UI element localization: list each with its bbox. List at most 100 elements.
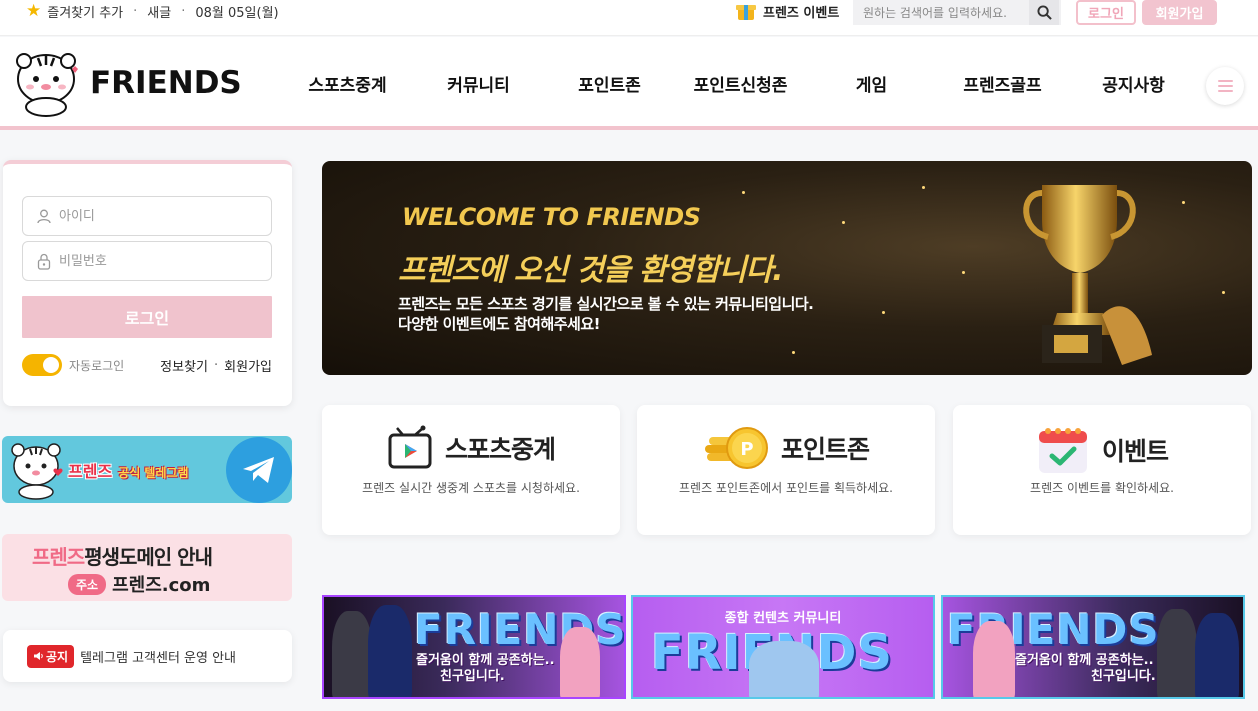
person-illustration (1195, 613, 1239, 697)
notice-item[interactable]: 공지 텔레그램 고객센터 운영 안내 (3, 630, 292, 682)
speaker-icon (34, 652, 43, 660)
telegram-banner-text: 프렌즈 공식 텔레그램 (68, 458, 189, 482)
event-link[interactable]: 프렌즈 이벤트 (736, 0, 839, 22)
hero-banner[interactable]: WELCOME TO FRIENDS 프렌즈에 오신 것을 환영합니다. 프렌즈… (322, 161, 1252, 375)
nav-item-game[interactable]: 게임 (806, 37, 937, 130)
sparkle (962, 271, 965, 274)
top-join-button[interactable]: 회원가입 (1142, 0, 1217, 25)
hero-welcome: WELCOME TO FRIENDS (402, 203, 701, 231)
domain-address: 주소 프렌즈.com (68, 571, 210, 597)
tv-icon (388, 425, 432, 469)
lock-icon (37, 253, 51, 270)
date-label: 08월 05일(월) (195, 5, 279, 21)
notice-badge: 공지 (27, 644, 75, 668)
menu-line (1217, 85, 1233, 87)
search-button[interactable] (1029, 0, 1059, 25)
star-icon: ★ (26, 1, 42, 21)
telegram-banner[interactable]: 프렌즈 공식 텔레그램 (2, 436, 292, 503)
card-header: P 포인트존 (637, 425, 935, 471)
join-link[interactable]: 회원가입 (224, 356, 272, 375)
bookmark-link[interactable]: 즐겨찾기 추가 (47, 2, 123, 21)
login-button[interactable]: 로그인 (22, 296, 272, 338)
domain-tag: 주소 (68, 573, 107, 595)
domain-url: 프렌즈.com (112, 575, 211, 596)
account-links: 정보찾기 · 회원가입 (160, 356, 272, 375)
main-header: FRIENDS 스포츠중계 커뮤니티 포인트존 포인트신청존 게임 프렌즈골프 … (0, 37, 1258, 130)
card-description: 프렌즈 실시간 생중계 스포츠를 시청하세요. (362, 481, 580, 495)
person-illustration (560, 627, 600, 697)
nav-item-point-zone[interactable]: 포인트존 (544, 37, 675, 130)
card-title: 이벤트 (1101, 437, 1169, 466)
card-title: 스포츠중계 (444, 435, 556, 464)
password-field[interactable] (22, 241, 272, 281)
nav-item-point-request[interactable]: 포인트신청존 (675, 37, 806, 130)
search-box (853, 0, 1061, 25)
separator-dot: · (133, 3, 138, 19)
notice-badge-label: 공지 (46, 649, 69, 664)
card-sports-broadcast[interactable]: 스포츠중계 프렌즈 실시간 생중계 스포츠를 시청하세요. (322, 405, 620, 535)
event-label: 프렌즈 이벤트 (763, 5, 840, 21)
banner-tagline: 친구입니다. (1091, 669, 1156, 684)
banner-top-label: 종합 컨텐츠 커뮤니티 (724, 611, 842, 626)
password-input[interactable] (59, 253, 259, 269)
card-point-zone[interactable]: P 포인트존 프렌즈 포인트존에서 포인트를 획득하세요. (637, 405, 935, 535)
site-logo[interactable]: FRIENDS (10, 49, 242, 117)
sparkle (1222, 291, 1225, 294)
person-illustration (332, 611, 372, 697)
person-illustration (973, 621, 1015, 697)
telegram-sub: 공식 텔레그램 (118, 466, 189, 480)
top-links: ★ 즐겨찾기 추가 · 새글 · 08월 05일(월) (26, 0, 279, 22)
calendar-check-icon (1038, 428, 1087, 473)
svg-text:P: P (740, 439, 753, 460)
domain-banner-title: 프렌즈평생도메인 안내 (32, 541, 213, 570)
search-input[interactable] (853, 0, 1029, 25)
card-description: 프렌즈 포인트존에서 포인트를 획득하세요. (679, 481, 893, 495)
menu-line (1217, 90, 1233, 92)
nav-item-friends-golf[interactable]: 프렌즈골프 (937, 37, 1068, 130)
login-panel: 로그인 자동로그인 정보찾기 · 회원가입 (3, 160, 292, 406)
find-info-link[interactable]: 정보찾기 (160, 356, 208, 375)
card-header: 이벤트 (953, 425, 1251, 475)
promo-banner-1[interactable]: FRIENDS 즐거움이 함께 공존하는.. 친구입니다. (322, 595, 626, 699)
nav-item-community[interactable]: 커뮤니티 (413, 37, 544, 130)
gift-icon (736, 1, 756, 21)
logo-text: FRIENDS (90, 65, 242, 101)
card-description: 프렌즈 이벤트를 확인하세요. (1030, 481, 1174, 495)
separator-dot: · (214, 357, 219, 373)
user-icon (37, 209, 51, 223)
search-icon (1036, 5, 1052, 20)
hero-description: 다양한 이벤트에도 참여해주세요! (398, 315, 601, 333)
hero-title: 프렌즈에 오신 것을 환영합니다. (398, 253, 784, 288)
domain-title-text: 평생도메인 안내 (84, 545, 213, 569)
auto-login-toggle[interactable] (22, 354, 62, 376)
auto-login-label: 자동로그인 (69, 358, 125, 373)
card-header: 스포츠중계 (322, 425, 620, 471)
top-utility-bar: ★ 즐겨찾기 추가 · 새글 · 08월 05일(월) 프렌즈 이벤트 로그인 … (0, 0, 1258, 36)
nav-item-sports-broadcast[interactable]: 스포츠중계 (282, 37, 413, 130)
person-illustration (368, 605, 412, 697)
hero-description: 프렌즈는 모든 스포츠 경기를 실시간으로 볼 수 있는 커뮤니티입니다. (398, 295, 814, 313)
card-event[interactable]: 이벤트 프렌즈 이벤트를 확인하세요. (953, 405, 1251, 535)
domain-banner[interactable]: 프렌즈평생도메인 안내 주소 프렌즈.com (2, 534, 292, 601)
trophy-icon (1023, 185, 1152, 365)
banner-tagline: 즐거움이 함께 공존하는.. (416, 653, 555, 668)
menu-line (1217, 80, 1233, 82)
sparkle (792, 351, 795, 354)
banner-tagline: 즐거움이 함께 공존하는.. (1015, 653, 1154, 668)
promo-banner-3[interactable]: FRIENDS 즐거움이 함께 공존하는.. 친구입니다. (941, 595, 1245, 699)
id-field[interactable] (22, 196, 272, 236)
id-input[interactable] (59, 208, 259, 224)
sparkle (882, 311, 885, 314)
new-posts-link[interactable]: 새글 (147, 2, 171, 21)
main-nav: 스포츠중계 커뮤니티 포인트존 포인트신청존 게임 프렌즈골프 공지사항 (282, 37, 1199, 130)
promo-banner-2[interactable]: 종합 컨텐츠 커뮤니티 FRIENDS (631, 595, 935, 699)
tiger-mascot-icon (16, 53, 78, 117)
domain-brand: 프렌즈 (32, 545, 85, 569)
person-illustration (1157, 609, 1197, 697)
tiger-mascot-icon (11, 443, 63, 500)
nav-item-notice[interactable]: 공지사항 (1068, 37, 1199, 130)
top-login-button[interactable]: 로그인 (1076, 0, 1136, 25)
hamburger-menu-button[interactable] (1206, 67, 1244, 105)
telegram-brand: 프렌즈 (68, 462, 113, 481)
sparkle (842, 221, 845, 224)
